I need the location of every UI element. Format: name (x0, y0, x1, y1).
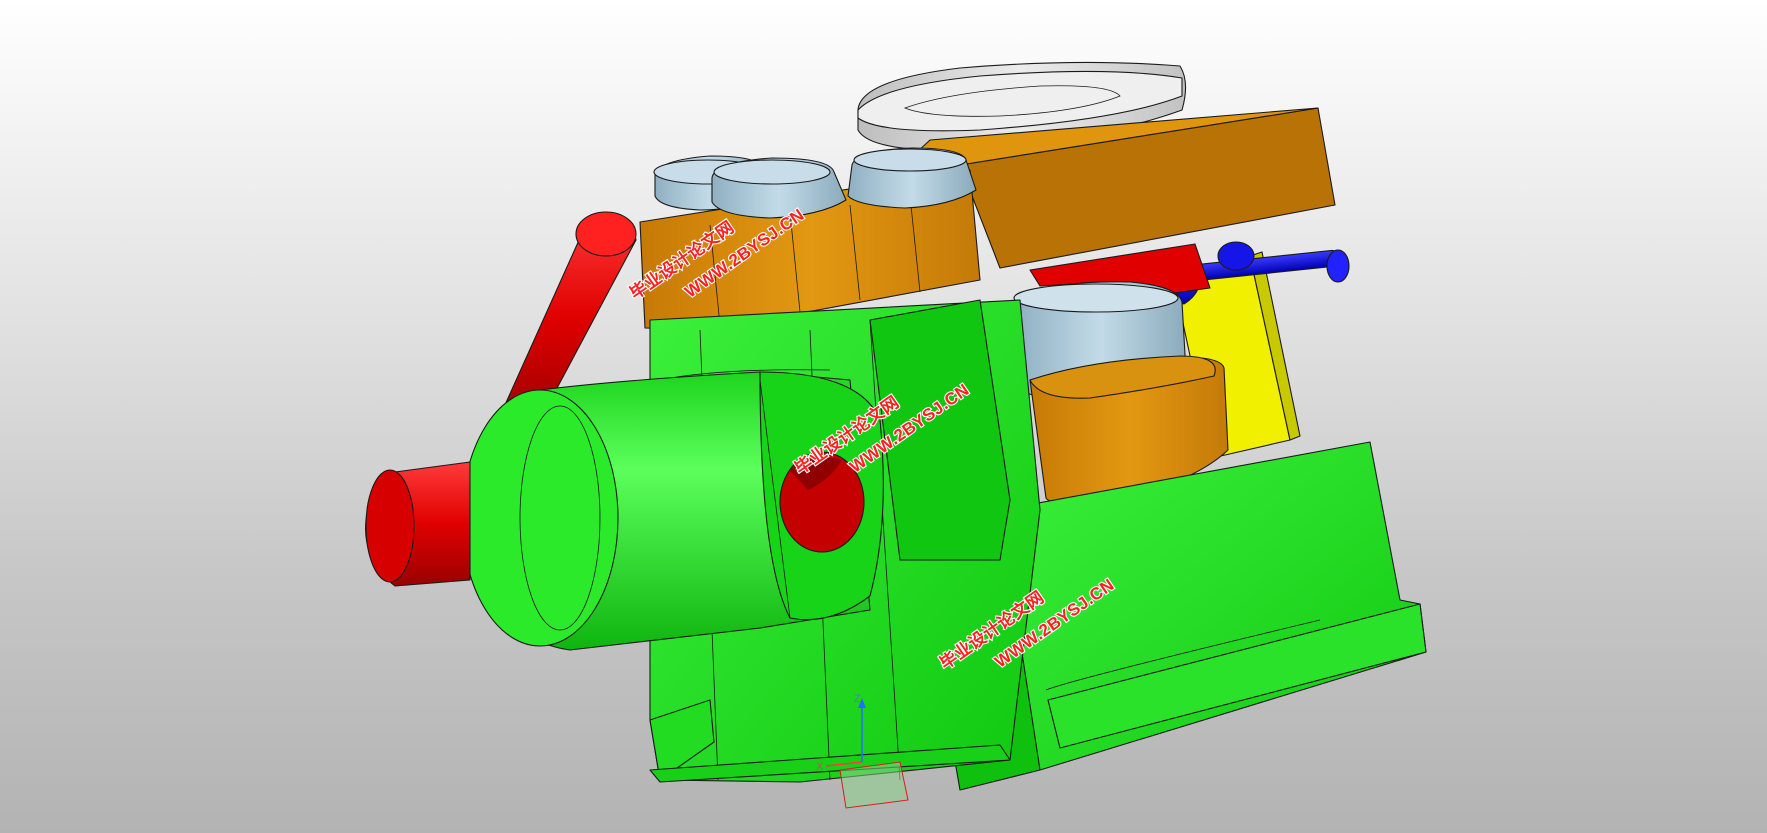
drill-bushing-right[interactable] (847, 147, 977, 209)
triad-x-label: X (816, 761, 824, 773)
drill-bushing-middle[interactable] (711, 157, 847, 219)
cad-viewport[interactable]: Z X 毕业设计论文网 WWW.2BYSJ.CN 毕业设计论文网 WWW.2BY… (0, 0, 1767, 833)
triad-z-label: Z (854, 693, 861, 705)
